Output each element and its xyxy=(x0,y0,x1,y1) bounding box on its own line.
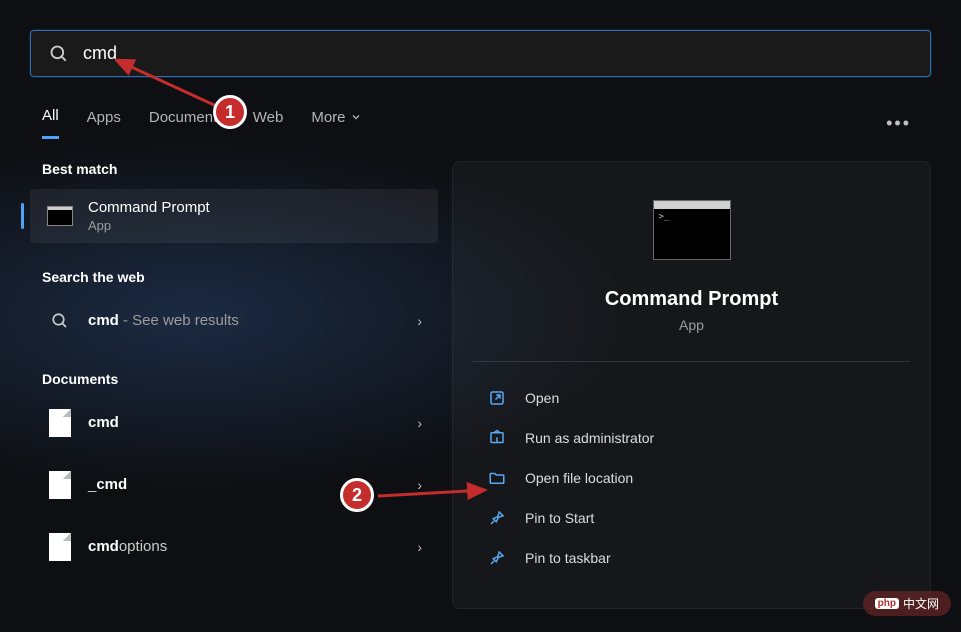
preview-subtitle: App xyxy=(453,317,930,333)
action-label: Run as administrator xyxy=(525,430,654,446)
action-label: Open file location xyxy=(525,470,633,486)
web-suffix: - See web results xyxy=(119,312,239,329)
file-icon xyxy=(46,533,74,561)
action-pin-start[interactable]: Pin to Start xyxy=(453,498,930,538)
tab-all[interactable]: All xyxy=(42,107,59,139)
chevron-right-icon: › xyxy=(417,477,422,493)
action-open[interactable]: Open xyxy=(453,378,930,418)
result-web-cmd[interactable]: cmd - See web results › xyxy=(30,297,438,345)
chevron-right-icon: › xyxy=(417,539,422,555)
file-icon xyxy=(46,409,74,437)
chevron-down-icon xyxy=(350,111,362,123)
result-doc-underscore-cmd[interactable]: _cmd › xyxy=(30,461,438,509)
result-command-prompt[interactable]: Command Prompt App xyxy=(30,189,438,243)
action-label: Pin to taskbar xyxy=(525,550,611,566)
folder-icon xyxy=(487,468,507,488)
file-icon xyxy=(46,471,74,499)
open-external-icon xyxy=(487,388,507,408)
chevron-right-icon: › xyxy=(417,415,422,431)
result-title: Command Prompt xyxy=(88,199,422,216)
doc2-bold: cmd xyxy=(96,476,127,493)
shield-admin-icon xyxy=(487,428,507,448)
action-pin-taskbar[interactable]: Pin to taskbar xyxy=(453,538,930,578)
search-box[interactable] xyxy=(30,30,931,77)
chevron-right-icon: › xyxy=(417,313,422,329)
doc-label: cmd xyxy=(88,414,119,431)
pin-icon xyxy=(487,548,507,568)
terminal-icon xyxy=(46,202,74,230)
preview-icon xyxy=(453,200,930,260)
annotation-badge-2: 2 xyxy=(340,478,374,512)
overflow-menu[interactable]: ••• xyxy=(886,113,911,134)
action-label: Open xyxy=(525,390,559,406)
annotation-badge-1: 1 xyxy=(213,95,247,129)
section-best-match: Best match xyxy=(30,161,438,177)
divider xyxy=(473,361,910,362)
watermark: php php 中文网 中文网 xyxy=(863,591,951,616)
result-doc-cmd[interactable]: cmd › xyxy=(30,399,438,447)
action-run-admin[interactable]: Run as administrator xyxy=(453,418,930,458)
action-label: Pin to Start xyxy=(525,510,594,526)
result-doc-cmdoptions[interactable]: cmdoptions › xyxy=(30,523,438,571)
pin-icon xyxy=(487,508,507,528)
web-bold: cmd xyxy=(88,312,119,329)
tab-more[interactable]: More xyxy=(311,109,361,138)
doc3-bold: cmd xyxy=(88,538,119,555)
tab-web[interactable]: Web xyxy=(253,109,284,138)
preview-panel: Command Prompt App Open Run as administr… xyxy=(452,161,931,609)
tab-apps[interactable]: Apps xyxy=(87,109,121,138)
section-search-web: Search the web xyxy=(30,269,438,285)
search-input[interactable] xyxy=(83,43,912,64)
action-open-location[interactable]: Open file location xyxy=(453,458,930,498)
filter-tabs: All Apps Documents Web More ••• xyxy=(30,99,931,139)
result-subtitle: App xyxy=(88,218,422,233)
section-documents: Documents xyxy=(30,371,438,387)
doc3-suf: options xyxy=(119,538,167,555)
search-icon xyxy=(49,44,69,64)
search-icon xyxy=(46,307,74,335)
preview-title: Command Prompt xyxy=(453,288,930,311)
tab-more-label: More xyxy=(311,109,345,126)
